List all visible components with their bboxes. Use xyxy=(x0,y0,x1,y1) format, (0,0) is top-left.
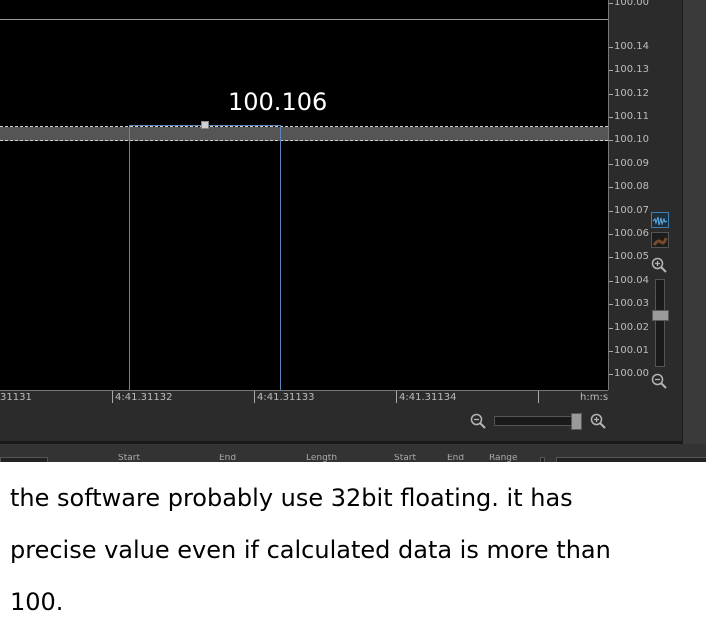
panel-field[interactable] xyxy=(0,457,48,462)
length-column-label: Length xyxy=(306,454,338,462)
zoom-out-icon[interactable] xyxy=(470,413,486,429)
panel-separator xyxy=(540,457,545,462)
vertical-zoom-slider[interactable] xyxy=(655,279,665,367)
y-tick: 100.00 xyxy=(609,367,651,381)
y-tick: 100.07 xyxy=(609,204,651,218)
horizontal-zoom-thumb[interactable] xyxy=(571,413,582,430)
y-tick: 100.14 xyxy=(609,40,651,54)
waveform-plot[interactable]: 100.106 xyxy=(0,0,608,390)
audio-editor-window: 100.106 100.00 100.14 100.13 100.12 100.… xyxy=(0,0,706,462)
y-tick: 100.09 xyxy=(609,157,651,171)
caption-text: the software probably use 32bit floating… xyxy=(10,472,700,628)
dashed-gridline-upper xyxy=(0,126,608,127)
waveform-view-icon[interactable] xyxy=(651,212,669,228)
x-tick: 4:41.31134 xyxy=(396,391,456,405)
y-tick: 100.12 xyxy=(609,87,651,101)
amplitude-band xyxy=(0,127,608,141)
right-panel-edge xyxy=(682,0,706,445)
y-tick: 100.05 xyxy=(609,250,651,264)
start-column-label: Start xyxy=(394,454,416,462)
y-tick: 100.03 xyxy=(609,297,651,311)
y-tick: 100.06 xyxy=(609,227,651,241)
end-column-label: End xyxy=(219,454,237,462)
range-column-label: Range xyxy=(489,454,518,462)
sample-line-right xyxy=(280,126,281,390)
panel-field[interactable] xyxy=(556,457,706,462)
y-tick: 100.01 xyxy=(609,344,651,358)
end-column-label: End xyxy=(447,454,465,462)
y-tick: 100.13 xyxy=(609,63,651,77)
time-ruler[interactable]: 31131 4:41.31132 4:41.31133 4:41.31134 h… xyxy=(0,390,608,409)
caption-line: 100. xyxy=(10,588,64,616)
start-column-label: Start xyxy=(118,454,140,462)
x-tick: 31131 xyxy=(0,391,32,405)
selection-view-panel: Start End Length Start End Range xyxy=(0,444,706,462)
dashed-gridline-lower xyxy=(0,140,608,141)
caption-line: the software probably use 32bit floating… xyxy=(10,484,573,512)
y-tick: 100.11 xyxy=(609,110,651,124)
vertical-zoom-thumb[interactable] xyxy=(652,310,669,321)
y-tick: 100.02 xyxy=(609,321,651,335)
sample-value-label: 100.106 xyxy=(228,88,328,116)
sample-handle[interactable] xyxy=(201,121,209,129)
y-tick: 100.00 xyxy=(609,0,651,10)
time-unit-label: h:m:s xyxy=(580,392,609,403)
horizontal-zoom-slider[interactable] xyxy=(494,416,582,426)
zoom-in-icon[interactable] xyxy=(651,257,667,273)
spectral-view-icon[interactable] xyxy=(651,232,669,248)
y-tick: 100.04 xyxy=(609,274,651,288)
caption-line: precise value even if calculated data is… xyxy=(10,536,611,564)
zoom-in-icon[interactable] xyxy=(590,413,606,429)
x-tick: 4:41.31132 xyxy=(112,391,172,405)
amplitude-ruler: 100.00 100.14 100.13 100.12 100.11 100.1… xyxy=(608,0,651,390)
y-tick: 100.08 xyxy=(609,180,651,194)
sample-line-left xyxy=(129,126,130,390)
y-tick: 100.10 xyxy=(609,133,651,147)
zoom-out-icon[interactable] xyxy=(651,373,667,389)
top-gridline xyxy=(0,19,608,20)
x-tick: 4:41.31133 xyxy=(254,391,314,405)
